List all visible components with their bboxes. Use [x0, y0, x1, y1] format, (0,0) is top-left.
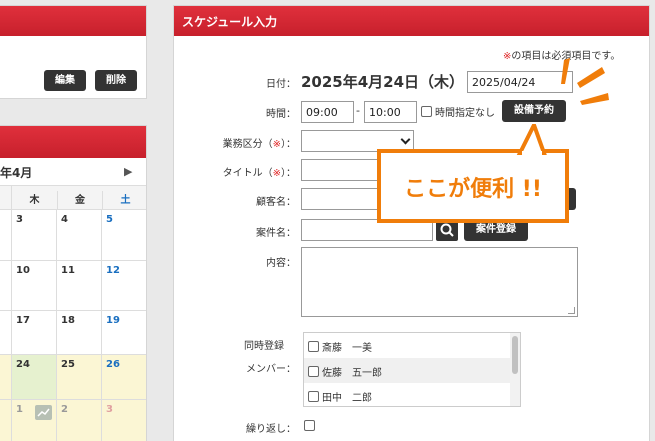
- content-label: 内容：: [266, 258, 296, 269]
- chevron-down-icon: [400, 134, 411, 145]
- start-time-input[interactable]: [301, 101, 354, 123]
- time-label: 時間：: [266, 109, 296, 120]
- schedule-form-title: スケジュール入力: [182, 15, 278, 29]
- members-label-2: メンバー：: [246, 364, 296, 375]
- calendar-day[interactable]: 3: [12, 210, 57, 261]
- category-required-mark: ※: [272, 139, 281, 150]
- weekday-header-row: 木 金 土: [0, 186, 146, 210]
- calendar-day[interactable]: 25: [57, 355, 102, 400]
- members-scrollbar[interactable]: [510, 333, 520, 406]
- weekday-sat: 土: [102, 191, 146, 210]
- date-label: 日付：: [266, 79, 296, 90]
- no-time-label: 時間指定なし: [435, 108, 495, 119]
- weekday-blank: [0, 186, 12, 210]
- member-checkbox[interactable]: [308, 341, 319, 352]
- members-label-1: 同時登録: [244, 341, 284, 352]
- calendar-day[interactable]: 11: [57, 261, 102, 311]
- category-label-close: ）：: [281, 139, 296, 150]
- repeat-checkbox[interactable]: [304, 420, 315, 431]
- chart-image-icon: [35, 405, 52, 420]
- callout-pointer: [516, 124, 547, 156]
- calendar-header-bar: [0, 126, 146, 158]
- calendar-day-blank: [0, 355, 12, 400]
- resize-handle-icon[interactable]: [568, 307, 575, 314]
- calendar-day[interactable]: 5: [102, 210, 146, 261]
- repeat-label: 繰り返し：: [246, 424, 296, 435]
- highlight-callout: ここが便利 !!: [377, 149, 569, 223]
- calendar-day[interactable]: 10: [12, 261, 57, 311]
- date-display: 2025年4月24日（木）: [301, 73, 465, 91]
- calendar-row-next-month: 1 2 3: [0, 400, 146, 441]
- calendar-day-today[interactable]: 24: [12, 355, 57, 400]
- calendar-day[interactable]: 1: [12, 400, 57, 441]
- members-list[interactable]: 斎藤 一美 佐藤 五一郎 田中 二郎: [303, 332, 521, 407]
- calendar-day[interactable]: 26: [102, 355, 146, 400]
- calendar-day-blank: [0, 400, 12, 441]
- next-month-arrow-icon[interactable]: ▶: [124, 165, 132, 178]
- customer-label: 顧客名：: [256, 197, 296, 208]
- title-label: タイトル（※）：: [200, 164, 296, 179]
- weekday-thu: 木: [29, 195, 40, 206]
- schedule-form-header: スケジュール入力: [174, 6, 649, 36]
- content-textarea[interactable]: [301, 247, 578, 317]
- title-label-close: ）：: [281, 168, 296, 179]
- no-time-checkbox[interactable]: [421, 106, 432, 117]
- category-label: 業務区分（※）：: [200, 135, 296, 150]
- calendar-day[interactable]: 18: [57, 311, 102, 355]
- weekday-fri: 金: [57, 191, 102, 210]
- member-name: 斎藤 一美: [322, 343, 372, 354]
- calendar-day-blank: [0, 311, 12, 355]
- calendar-day-blank: [0, 261, 12, 311]
- attention-spark-icon: [561, 58, 609, 105]
- left-top-panel-header: [0, 6, 146, 36]
- title-label-text: タイトル（: [222, 168, 273, 179]
- calendar-row-current-week: 24 25 26: [0, 355, 146, 400]
- calendar-day[interactable]: 19: [102, 311, 146, 355]
- title-required-mark: ※: [272, 168, 281, 179]
- calendar-day-blank: [0, 210, 12, 261]
- calendar-day[interactable]: 17: [12, 311, 57, 355]
- calendar-panel: 年4月 ▶ 木 金 土 3 4 5 10 11 12 17 18 19 24 2…: [0, 125, 147, 441]
- member-item[interactable]: 田中 二郎: [304, 383, 510, 406]
- calendar-day[interactable]: 2: [57, 400, 102, 441]
- calendar-row: 3 4 5: [0, 210, 146, 261]
- calendar-day[interactable]: 12: [102, 261, 146, 311]
- calendar-row: 17 18 19: [0, 311, 146, 355]
- calendar-day-number: 1: [16, 404, 23, 415]
- edit-button[interactable]: 編集: [44, 70, 86, 91]
- member-checkbox[interactable]: [308, 391, 319, 402]
- calendar-month-label: 年4月: [0, 166, 33, 180]
- left-top-panel: 編集 削除: [0, 5, 147, 99]
- calendar-day[interactable]: 3: [102, 400, 146, 441]
- no-time-option[interactable]: 時間指定なし: [421, 104, 495, 119]
- members-scrollbar-thumb[interactable]: [512, 336, 518, 374]
- member-name: 佐藤 五一郎: [322, 368, 382, 379]
- time-separator: -: [356, 104, 360, 117]
- calendar-row: 10 11 12: [0, 261, 146, 311]
- member-item[interactable]: 佐藤 五一郎: [304, 358, 510, 383]
- callout-text: ここが便利 !!: [404, 177, 542, 202]
- member-name: 田中 二郎: [322, 393, 372, 404]
- project-label: 案件名：: [256, 228, 296, 239]
- delete-button[interactable]: 削除: [95, 70, 137, 91]
- member-checkbox[interactable]: [308, 366, 319, 377]
- member-item[interactable]: 斎藤 一美: [304, 333, 510, 358]
- calendar-day[interactable]: 4: [57, 210, 102, 261]
- category-label-text: 業務区分（: [222, 139, 273, 150]
- end-time-input[interactable]: [364, 101, 417, 123]
- calendar-month-row: 年4月 ▶: [0, 158, 146, 186]
